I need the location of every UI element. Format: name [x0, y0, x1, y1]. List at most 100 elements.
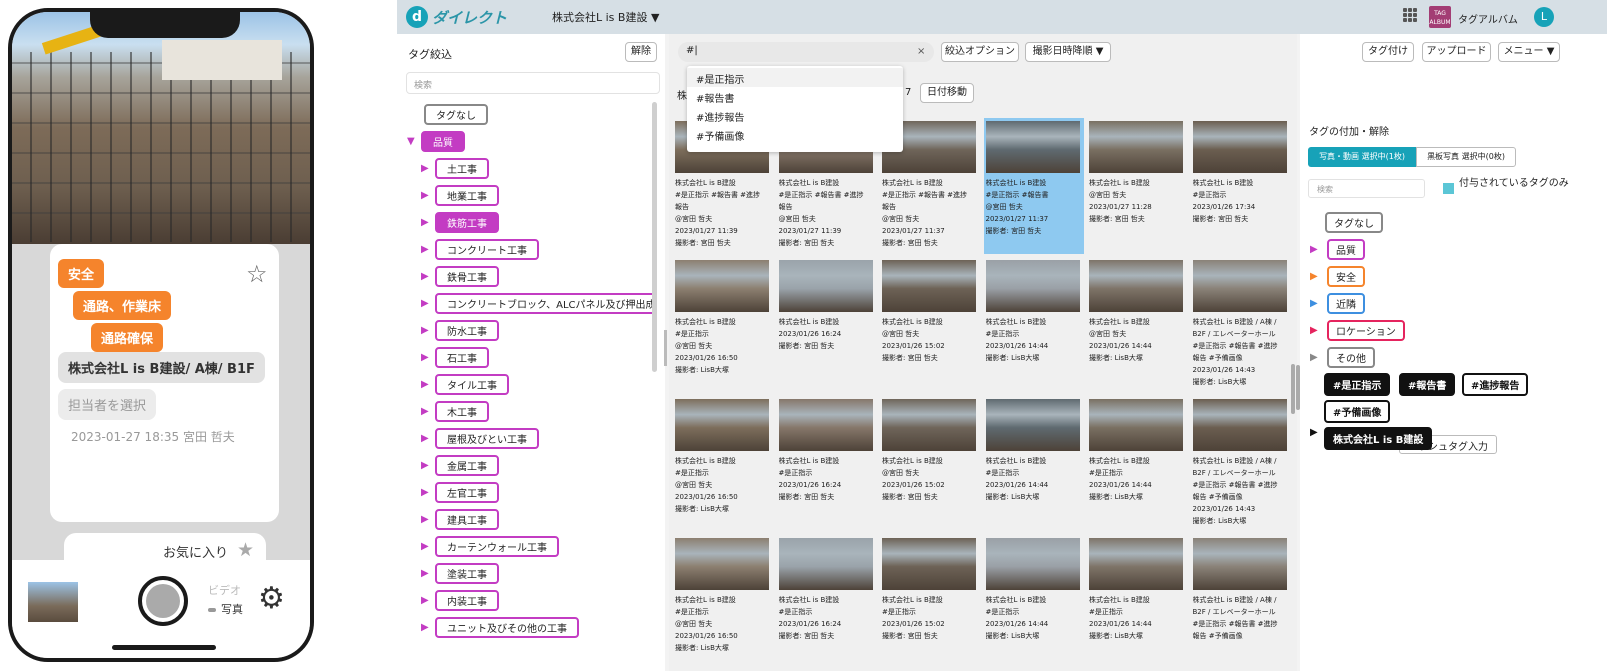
tag-child[interactable]: タイル工事 [435, 374, 509, 395]
tag-child[interactable]: コンクリートブロック、ALCパネル及び押出成形 [435, 293, 652, 314]
filter-options-button[interactable]: 絞込オプション [941, 42, 1019, 62]
photo-thumbnail[interactable] [882, 399, 976, 451]
assign-tag-search[interactable]: 検索 [1308, 179, 1425, 198]
expand-triangle-icon[interactable]: ▶ [1310, 271, 1327, 282]
tag-search-input[interactable]: 検索 [406, 72, 660, 94]
tag-child[interactable]: 塗装工事 [435, 563, 499, 584]
photo-thumbnail[interactable] [1089, 538, 1183, 590]
shutter-button[interactable] [138, 576, 188, 626]
tag-album-label[interactable]: タグアルバム [1458, 11, 1518, 26]
tag-child[interactable]: コンクリート工事 [435, 239, 539, 260]
expand-triangle-icon[interactable]: ▶ [421, 271, 435, 282]
photo-thumbnail[interactable] [778, 538, 873, 590]
photo-thumbnail[interactable] [882, 260, 976, 312]
expand-triangle-icon[interactable]: ▶ [421, 217, 435, 228]
expand-triangle-icon[interactable]: ▶ [421, 325, 435, 336]
menu-button[interactable]: メニュー ▼ [1498, 42, 1560, 62]
photo-thumbnail[interactable] [985, 538, 1080, 590]
tag-quality[interactable]: 品質 [421, 131, 465, 152]
photo-cell[interactable]: 株式会社L is B建設 / A棟 / B2F / エレベーターホール #是正指示 … [1191, 535, 1291, 671]
photo-thumbnail[interactable] [1089, 399, 1183, 451]
favorite-star-icon[interactable]: ★ [237, 539, 254, 561]
photo-cell[interactable]: 株式会社L is B建設 @宮田 哲夫 2023/01/27 11:28 撮影者: 宮… [1087, 118, 1187, 254]
photo-cell[interactable]: 株式会社L is B建設 #是正指示 @宮田 哲夫 2023/01/26 16:50 撮… [673, 396, 773, 532]
gear-icon[interactable]: ⚙ [258, 584, 285, 614]
expand-triangle-icon[interactable]: ▶ [421, 352, 435, 363]
tag-child[interactable]: 地業工事 [435, 185, 499, 206]
tag-child[interactable]: 屋根及びとい工事 [435, 428, 539, 449]
assignee-select[interactable]: 担当者を選択 [58, 389, 157, 420]
photo-cell[interactable]: 株式会社L is B建設 #是正指示 2023/01/26 14:44 撮影者: Li… [1087, 396, 1187, 532]
photo-thumbnail[interactable] [985, 399, 1080, 451]
mode-video[interactable]: ビデオ [208, 582, 241, 598]
tag-child[interactable]: ユニット及びその他の工事 [435, 617, 579, 638]
photo-thumbnail[interactable] [778, 260, 873, 312]
sort-dropdown[interactable]: 撮影日時降順 ▼ [1025, 42, 1111, 62]
project-tag[interactable]: 株式会社L is B建設 [1324, 427, 1433, 450]
tag-child[interactable]: 木工事 [435, 401, 489, 422]
photo-cell[interactable]: 株式会社L is B建設 #是正指示 2023/01/26 14:44 撮影者: Li… [984, 535, 1084, 671]
expand-triangle-icon[interactable]: ▶ [421, 379, 435, 390]
selected-photos-tab[interactable]: 写真・動画 選択中(1枚) [1308, 147, 1416, 167]
hashtag-search-input[interactable]: #| [678, 42, 934, 62]
hashtag-chip[interactable]: #予備画像 [1324, 400, 1391, 423]
expand-triangle-icon[interactable]: ▶ [1310, 352, 1327, 363]
photo-cell[interactable]: 株式会社L is B建設 #是正指示 #報告書 @宮田 哲夫 2023/01/27 1… [983, 118, 1084, 254]
photo-grid-scrollbar[interactable] [1291, 364, 1295, 414]
tag-child[interactable]: 金属工事 [435, 455, 499, 476]
apps-grid-icon[interactable] [1403, 8, 1417, 22]
hashtag-chip[interactable]: #進捗報告 [1462, 373, 1529, 396]
star-icon[interactable]: ☆ [246, 260, 268, 288]
assigned-only-checkbox[interactable] [1443, 183, 1454, 194]
expand-triangle-icon[interactable]: ▶ [421, 460, 435, 471]
assign-category-tag[interactable]: 安全 [1327, 266, 1365, 287]
photo-thumbnail[interactable] [675, 399, 769, 451]
photo-thumbnail[interactable] [675, 538, 769, 590]
expand-triangle-icon[interactable]: ▶ [421, 406, 435, 417]
last-photo-thumbnail[interactable] [28, 582, 78, 622]
photo-cell[interactable]: 株式会社L is B建設 @宮田 哲夫 2023/01/26 14:44 撮影者: L… [1087, 257, 1187, 393]
photo-cell[interactable]: 株式会社L is B建設 / A棟 / B2F / エレベーターホール #是正指示 … [1191, 396, 1291, 532]
clear-filter-button[interactable]: 解除 [625, 42, 657, 62]
tag-button[interactable]: タグ付け [1362, 42, 1414, 62]
tag-safety[interactable]: 安全 [58, 259, 105, 288]
hashtag-chip[interactable]: #報告書 [1399, 373, 1456, 396]
panel-splitter[interactable] [664, 330, 667, 366]
photo-cell[interactable]: 株式会社L is B建設 2023/01/26 16:24 撮影者: 宮田 哲夫 [777, 257, 877, 393]
expand-triangle-icon[interactable]: ▶ [421, 514, 435, 525]
expand-triangle-icon[interactable]: ▶ [421, 568, 435, 579]
expand-triangle-icon[interactable]: ▶ [1310, 325, 1327, 336]
tag-child[interactable]: 鉄骨工事 [435, 266, 499, 287]
assign-category-tag[interactable]: その他 [1327, 347, 1375, 368]
photo-cell[interactable]: 株式会社L is B建設 #是正指示 2023/01/26 17:34 撮影者: 宮田… [1191, 118, 1291, 254]
tag-passage-secure[interactable]: 通路確保 [91, 323, 164, 352]
mode-photo[interactable]: 写真 [208, 601, 243, 617]
assign-tag-none[interactable]: タグなし [1325, 212, 1383, 233]
photo-cell[interactable]: 株式会社L is B建設 @宮田 哲夫 2023/01/26 15:02 撮影者: 宮… [880, 257, 980, 393]
photo-cell[interactable]: 株式会社L is B建設 #是正指示 @宮田 哲夫 2023/01/26 16:50 撮… [673, 535, 773, 671]
photo-cell[interactable]: 株式会社L is B建設 #是正指示 2023/01/26 16:24 撮影者: 宮田… [777, 396, 877, 532]
date-jump-button[interactable]: 日付移動 [920, 83, 974, 103]
photo-thumbnail[interactable] [1192, 538, 1287, 590]
tag-passage-floor[interactable]: 通路、作業床 [73, 291, 172, 320]
expand-triangle-icon[interactable]: ▶ [421, 433, 435, 444]
photo-thumbnail[interactable] [985, 260, 1080, 312]
suggestion-item[interactable]: #報告書 [687, 87, 903, 106]
photo-cell[interactable]: 株式会社L is B建設 #是正指示 2023/01/26 15:02 撮影者: 宮田… [880, 535, 980, 671]
tag-child[interactable]: 土工事 [435, 158, 489, 179]
photo-thumbnail[interactable] [1089, 121, 1183, 173]
photo-thumbnail[interactable] [1192, 121, 1287, 173]
expand-triangle-icon[interactable]: ▶ [1310, 244, 1327, 255]
expand-triangle-icon[interactable]: ▶ [421, 298, 435, 309]
board-photos-tab[interactable]: 黒板写真 選択中(0枚) [1416, 147, 1516, 167]
assign-category-tag[interactable]: ロケーション [1327, 320, 1405, 341]
tag-child[interactable]: 左官工事 [435, 482, 499, 503]
tag-child[interactable]: 石工事 [435, 347, 489, 368]
project-location-chip[interactable]: 株式会社L is B建設/ A棟/ B1F [58, 352, 265, 383]
assign-category-tag[interactable]: 品質 [1327, 239, 1365, 260]
expand-triangle-icon[interactable]: ▶ [421, 244, 435, 255]
photo-cell[interactable]: 株式会社L is B建設 #是正指示 @宮田 哲夫 2023/01/26 16:50 撮… [673, 257, 773, 393]
tag-child[interactable]: 建具工事 [435, 509, 499, 530]
suggestion-item[interactable]: #進捗報告 [687, 106, 903, 125]
photo-thumbnail[interactable] [1192, 399, 1287, 451]
